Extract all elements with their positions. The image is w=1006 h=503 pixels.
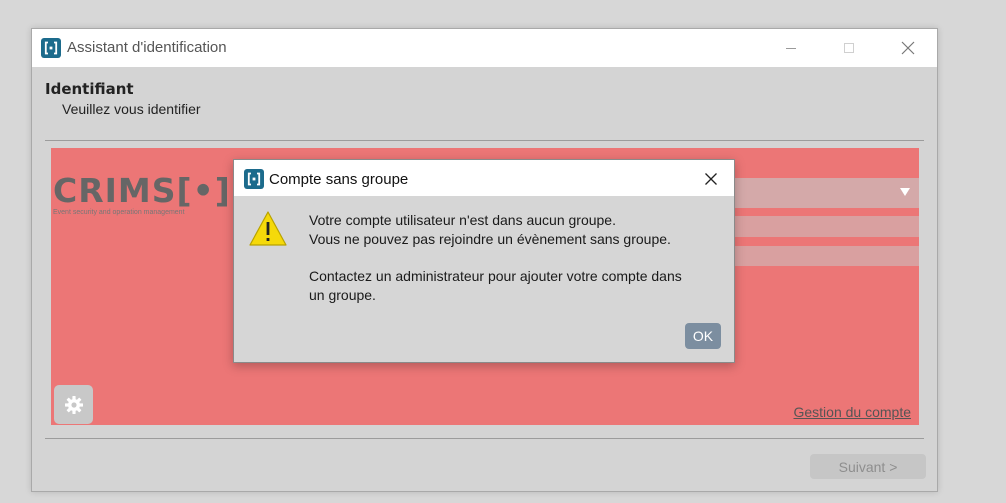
warning-triangle-icon [249,211,287,246]
maximize-icon [844,43,854,53]
window-titlebar[interactable]: Assistant d'identification [32,29,937,67]
message-line: Vous ne pouvez pas rejoindre un évènemen… [309,231,671,247]
close-button[interactable] [888,35,928,61]
dialog-titlebar[interactable]: Compte sans groupe [234,160,734,196]
dialog-close-button[interactable] [696,166,726,192]
crimson-app-icon [41,38,61,58]
maximize-button[interactable] [829,35,869,61]
header-divider [45,140,924,141]
page-title: Identifiant [45,80,134,98]
crimson-logo: CRIMS[•]N Event security and operation m… [53,174,259,216]
footer-divider [45,438,924,439]
wizard-header: Identifiant Veuillez vous identifier [45,80,201,117]
username-field[interactable] [731,216,919,237]
crimson-app-icon [244,169,264,189]
page-subtitle: Veuillez vous identifier [62,101,201,117]
window-title: Assistant d'identification [67,39,227,56]
chevron-down-icon [900,188,910,196]
dialog-message: Votre compte utilisateur n'est dans aucu… [309,211,682,305]
no-group-dialog: Compte sans groupe Votre compte utilisat… [233,159,735,363]
ok-button[interactable]: OK [685,323,721,349]
password-field[interactable] [731,246,919,266]
next-button[interactable]: Suivant > [810,454,926,479]
dialog-title: Compte sans groupe [269,171,409,188]
server-dropdown[interactable] [731,178,919,208]
settings-button[interactable] [54,385,93,424]
logo-text: CRIMS[•]N [53,171,260,210]
minimize-icon [786,48,796,49]
message-line: Votre compte utilisateur n'est dans aucu… [309,212,616,228]
account-management-link[interactable]: Gestion du compte [793,404,911,420]
message-line: un groupe. [309,287,376,303]
close-icon [901,41,915,55]
gear-icon [64,395,83,414]
message-line: Contactez un administrateur pour ajouter… [309,268,682,284]
minimize-button[interactable] [771,35,811,61]
logo-tagline: Event security and operation management [53,209,185,216]
close-icon [705,173,717,185]
